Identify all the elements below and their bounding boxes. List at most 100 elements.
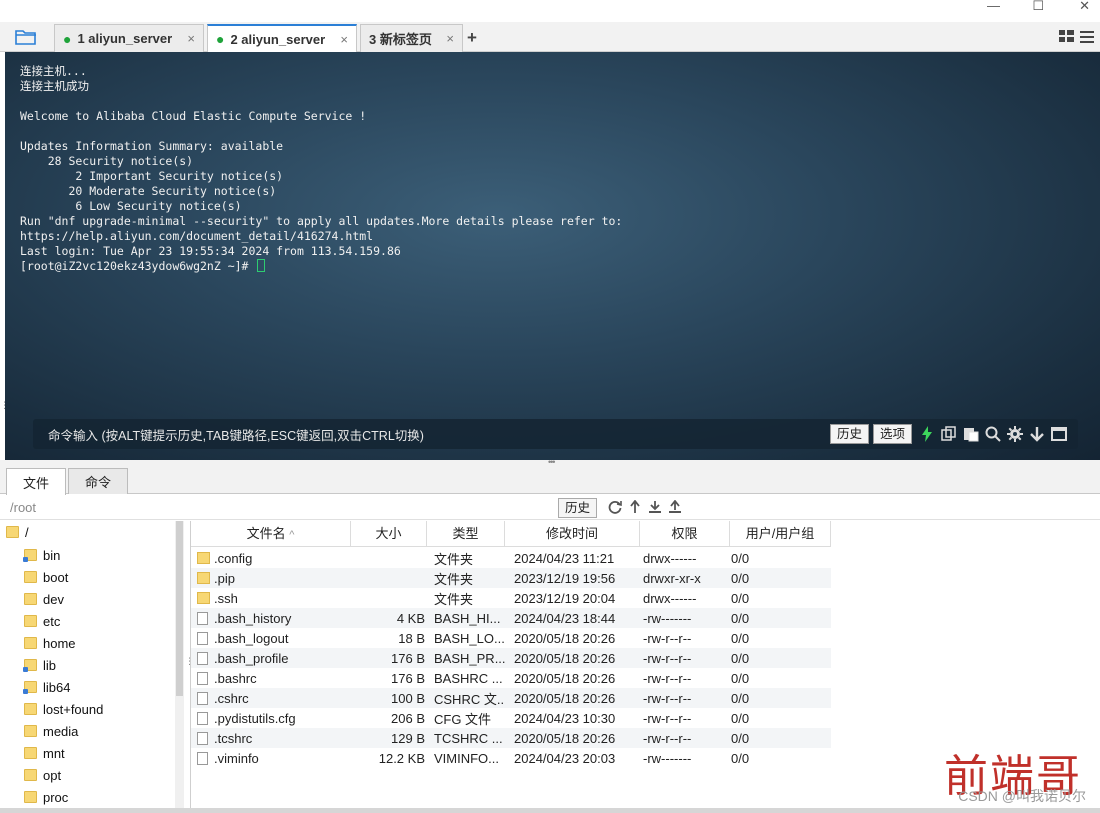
file-cell-size: 206 B (391, 710, 425, 726)
folder-link-icon (23, 549, 37, 562)
upload-icon[interactable] (667, 499, 683, 515)
gear-icon[interactable] (1006, 425, 1024, 443)
file-row[interactable]: .bashrc 176 B BASHRC ... 2020/05/18 20:26 -r… (191, 668, 831, 688)
grid-layout-icon[interactable] (1059, 30, 1074, 44)
window-icon[interactable] (1050, 425, 1068, 443)
terminal-cursor (257, 259, 266, 272)
column-header-size[interactable]: 大小 (351, 521, 427, 547)
file-row[interactable]: .tcshrc 129 B TCSHRC ... 2020/05/18 20:26 -r… (191, 728, 831, 748)
tree-item-proc[interactable]: proc (24, 786, 68, 808)
file-cell-type: 文件夹 (434, 591, 474, 607)
file-row[interactable]: .config 文件夹 2024/04/23 11:21 drwx------ 0/0 (191, 548, 831, 568)
tab-commands[interactable]: 命令 (68, 468, 128, 494)
folder-icon (6, 526, 19, 538)
folder-icon (24, 769, 37, 781)
paste-icon[interactable] (962, 425, 980, 443)
options-button[interactable]: 选项 (872, 424, 912, 444)
column-header-type[interactable]: 类型 (427, 521, 505, 547)
folder-icon (197, 552, 210, 564)
file-row[interactable]: .cshrc 100 B CSHRC 文... 2020/05/18 20:26 -rw… (191, 688, 831, 708)
maximize-button[interactable]: ☐ (1032, 0, 1044, 14)
file-cell-perm: -rw-r--r-- (643, 630, 692, 646)
tab-session-2[interactable]: ● 2 aliyun_server × (207, 24, 357, 52)
folder-icon (24, 703, 37, 715)
add-tab-button[interactable]: + (467, 28, 477, 48)
file-name: .viminfo (214, 750, 259, 766)
minimize-button[interactable]: — (987, 0, 1000, 13)
file-cell-name: .pydistutils.cfg (191, 711, 351, 726)
copy-sessions-icon[interactable] (940, 425, 958, 443)
menu-icon[interactable] (1080, 30, 1094, 44)
file-cell-size: 4 KB (396, 610, 425, 626)
horizontal-scrollbar[interactable] (0, 808, 1100, 813)
tree-item-label: proc (43, 789, 69, 805)
column-header-modified[interactable]: 修改时间 (505, 521, 640, 547)
file-row[interactable]: .pydistutils.cfg 206 B CFG 文件 2024/04/23 10… (191, 708, 831, 728)
tree-item-lost-found[interactable]: lost+found (24, 698, 103, 720)
file-row[interactable]: .viminfo 12.2 KB VIMINFO... 2024/04/23 20:0… (191, 748, 831, 768)
command-input-hint[interactable]: 命令输入 (按ALT键提示历史,TAB键路径,ESC键返回,双击CTRL切换) (33, 425, 830, 444)
tree-item-dev[interactable]: dev (24, 588, 64, 610)
file-name: .bash_logout (214, 630, 289, 646)
tab-session-1[interactable]: ● 1 aliyun_server × (54, 24, 204, 52)
scrollbar-thumb[interactable] (176, 521, 183, 696)
path-history-button[interactable]: 历史 (558, 498, 598, 518)
column-header-permissions[interactable]: 权限 (640, 521, 730, 547)
file-name: .bashrc (214, 670, 257, 686)
file-row[interactable]: .bash_history 4 KB BASH_HI... 2024/04/23 18… (191, 608, 831, 628)
file-name: .tcshrc (214, 730, 253, 746)
file-cell-size: 176 B (391, 670, 425, 686)
file-row[interactable]: .ssh 文件夹 2023/12/19 20:04 drwx------ 0/0 (191, 588, 831, 608)
resize-handle-icon[interactable]: ⋮ (0, 400, 9, 411)
tree-item-bin[interactable]: bin (23, 544, 60, 566)
file-row[interactable]: .pip 文件夹 2023/12/19 19:56 drwxr-xr-x 0/0 (191, 568, 831, 588)
tree-item-label: opt (43, 767, 62, 783)
close-tab-icon[interactable]: × (177, 31, 195, 46)
tree-item-boot[interactable]: boot (24, 566, 68, 588)
tree-scrollbar[interactable] (175, 521, 184, 813)
tree-item-etc[interactable]: etc (24, 610, 60, 632)
tree-item-mnt[interactable]: mnt (24, 742, 65, 764)
close-tab-icon[interactable]: × (436, 31, 454, 46)
tab-files[interactable]: 文件 (6, 468, 66, 495)
window-controls: — ☐ ✕ (0, 0, 1100, 14)
history-button[interactable]: 历史 (829, 424, 869, 444)
column-header-owner[interactable]: 用户/用户组 (730, 521, 831, 547)
tree-item-home[interactable]: home (24, 632, 76, 654)
file-cell-size: 100 B (391, 690, 425, 706)
watermark-credit: CSDN @叫我诺贝尔 (958, 788, 1086, 804)
tree-item-label: boot (43, 569, 69, 585)
file-cell-type: BASH_LO... (434, 630, 505, 646)
refresh-icon[interactable] (607, 499, 623, 515)
file-cell-name: .bash_history (191, 611, 351, 626)
tree-item-media[interactable]: media (24, 720, 78, 742)
file-cell-name: .bash_profile (191, 651, 351, 666)
file-row[interactable]: .bash_profile 176 B BASH_PR... 2020/05/18 2… (191, 648, 831, 668)
file-row[interactable]: .bash_logout 18 B BASH_LO... 2020/05/18 20:… (191, 628, 831, 648)
tree-item-opt[interactable]: opt (24, 764, 61, 786)
file-cell-type: VIMINFO... (434, 750, 499, 766)
folder-icon (24, 571, 37, 583)
tree-item-lib[interactable]: lib (23, 654, 56, 676)
file-icon (197, 731, 208, 745)
close-window-button[interactable]: ✕ (1079, 0, 1090, 14)
tree-item-lib64[interactable]: lib64 (23, 676, 71, 698)
folder-icon (24, 747, 37, 759)
tree-item-label: lib64 (43, 679, 71, 695)
search-icon[interactable] (984, 425, 1002, 443)
parent-directory-icon[interactable] (627, 499, 643, 515)
download-icon[interactable] (647, 499, 663, 515)
tab-label: 2 aliyun_server (230, 31, 326, 47)
terminal-output[interactable]: 连接主机... 连接主机成功 Welcome to Alibaba Cloud … (5, 52, 1100, 460)
open-folder-icon[interactable] (14, 28, 40, 46)
tree-item-root[interactable]: / (6, 521, 29, 543)
close-tab-icon[interactable]: × (330, 32, 348, 47)
tab-session-3[interactable]: 3 新标签页 × (360, 24, 463, 52)
path-input[interactable]: /root (10, 500, 36, 515)
command-input-bar[interactable]: 命令输入 (按ALT键提示历史,TAB键路径,ESC键返回,双击CTRL切换) … (33, 419, 1078, 449)
arrow-down-icon[interactable] (1028, 425, 1046, 443)
file-cell-modified: 2023/12/19 20:04 (514, 590, 616, 606)
column-header-name[interactable]: 文件名 ^ (191, 521, 351, 547)
connected-status-icon: ● (63, 30, 72, 47)
lightning-icon[interactable] (918, 425, 936, 443)
